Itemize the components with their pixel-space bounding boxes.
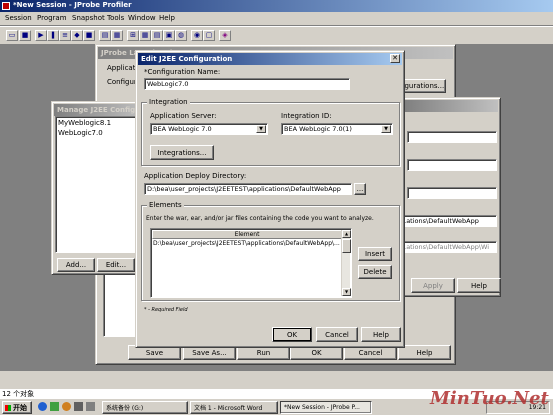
vertical-scrollbar[interactable]: ▲ ▼: [341, 230, 351, 296]
quicklaunch-app2-icon[interactable]: [86, 402, 95, 411]
side-field-3: [407, 187, 497, 199]
elements-table[interactable]: Element D:\bea\user_projects\J2EETEST\ap…: [150, 228, 352, 298]
menu-program[interactable]: Program: [37, 14, 67, 22]
quicklaunch-media-icon[interactable]: [62, 402, 71, 411]
integration-group: Integration Application Server: BEA WebL…: [141, 98, 400, 166]
browse-button[interactable]: ...: [354, 183, 366, 195]
manage-title: Manage J2EE Configurations: [57, 106, 144, 114]
integration-id-select[interactable]: BEA WebLogic 7.0(1) ▼: [281, 123, 393, 135]
snapshot-icon[interactable]: ◆: [71, 30, 83, 41]
side-help-button[interactable]: Help: [457, 278, 501, 293]
menu-tools[interactable]: Tools: [107, 14, 124, 22]
gc-icon[interactable]: ≡: [59, 30, 71, 41]
integration-id-label: Integration ID:: [281, 112, 332, 120]
open-folder-icon[interactable]: ▭: [6, 30, 18, 41]
taskbar-item-backup-label: 系统备份 (G:): [106, 405, 144, 412]
app-server-value: BEA WebLogic 7.0: [153, 125, 212, 133]
windows-logo-icon: [5, 404, 11, 411]
app-icon: [2, 2, 10, 10]
menu-session[interactable]: Session: [5, 14, 32, 22]
edit-button[interactable]: Edit...: [97, 258, 135, 272]
chevron-down-icon[interactable]: ▼: [381, 125, 391, 133]
stop-icon[interactable]: ■: [83, 30, 95, 41]
table-header: Element: [152, 230, 342, 239]
deploy-dir-input[interactable]: D:\bea\user_projects\J2EETEST\applicatio…: [144, 183, 352, 195]
taskbar-item-backup[interactable]: 系统备份 (G:): [102, 401, 188, 414]
apply-button[interactable]: Apply: [411, 278, 455, 293]
scroll-down-icon[interactable]: ▼: [342, 288, 351, 296]
side-field-1: [407, 131, 497, 143]
list-icon[interactable]: ▦: [111, 30, 123, 41]
side-path-2: ...ations\DefaultWebApp\Wi: [397, 241, 497, 253]
side-field-2: [407, 159, 497, 171]
app-server-label: Application Server:: [150, 112, 217, 120]
insert-button[interactable]: Insert: [358, 247, 392, 261]
elements-hint: Enter the war, ear, and/or jar files con…: [146, 215, 374, 222]
menu-help[interactable]: Help: [159, 14, 175, 22]
quicklaunch-app-icon[interactable]: [74, 402, 83, 411]
menu-snapshot[interactable]: Snapshot: [72, 14, 105, 22]
watermark-logo: MinTuo.Net: [430, 388, 549, 409]
table-row[interactable]: D:\bea\user_projects\J2EETEST\applicatio…: [153, 240, 341, 247]
config-name-input[interactable]: WebLogic7.0: [144, 78, 350, 90]
ok-button[interactable]: OK: [272, 327, 312, 342]
pause-icon[interactable]: ❚: [47, 30, 59, 41]
edit-dialog: Edit J2EE Configuration ✕ *Configuration…: [135, 50, 405, 348]
methods-icon[interactable]: ▤: [151, 30, 163, 41]
app-title: *New Session - JProbe Profiler: [13, 1, 132, 9]
save-icon[interactable]: ■: [19, 30, 31, 41]
side-title-bar: [405, 100, 498, 112]
scroll-thumb[interactable]: [342, 239, 351, 253]
taskbar-item-word[interactable]: 文档 1 - Microsoft Word: [190, 401, 278, 414]
cancel-button[interactable]: Cancel: [316, 327, 358, 342]
edit-title-bar: Edit J2EE Configuration ✕: [138, 53, 402, 65]
app-server-select[interactable]: BEA WebLogic 7.0 ▼: [150, 123, 268, 135]
status-bar: [0, 371, 553, 389]
app-title-bar: *New Session - JProbe Profiler: [0, 0, 553, 12]
side-config-window: ...ations\DefaultWebApp ...ations\Defaul…: [397, 97, 501, 297]
list-item[interactable]: MyWeblogic8.1: [58, 119, 111, 127]
run-icon[interactable]: ▶: [35, 30, 47, 41]
manage-window: Manage J2EE Configurations MyWeblogic8.1…: [51, 101, 147, 275]
table-icon[interactable]: ▦: [139, 30, 151, 41]
document-icon[interactable]: ▢: [203, 30, 215, 41]
menu-window[interactable]: Window: [128, 14, 156, 22]
elements-group-title: Elements: [147, 201, 184, 209]
add-button[interactable]: Add...: [57, 258, 95, 272]
list-item-selected[interactable]: WebLogic7.0: [58, 129, 103, 137]
help-button[interactable]: Help: [361, 327, 401, 342]
quicklaunch-ie-icon[interactable]: [38, 402, 47, 411]
memory-icon[interactable]: ▣: [163, 30, 175, 41]
manage-title-bar: Manage J2EE Configurations: [54, 104, 144, 116]
filter-icon[interactable]: ▤: [99, 30, 111, 41]
callgraph-icon[interactable]: ⊞: [127, 30, 139, 41]
integrations-button[interactable]: Integrations...: [150, 145, 214, 160]
start-label: 开始: [13, 403, 27, 412]
configur-label: Configur: [107, 78, 137, 86]
delete-button[interactable]: Delete: [358, 265, 392, 279]
edit-title: Edit J2EE Configuration: [141, 55, 233, 63]
edit-icon[interactable]: ◈: [219, 30, 231, 41]
required-note: * - Required Field: [144, 307, 188, 313]
scroll-up-icon[interactable]: ▲: [342, 230, 351, 238]
integration-id-value: BEA WebLogic 7.0(1): [284, 125, 352, 133]
deploy-dir-label: Application Deploy Directory:: [144, 172, 247, 180]
config-name-label: *Configuration Name:: [144, 68, 221, 76]
taskbar-item-jprobe-label: *New Session - JProbe P...: [284, 404, 360, 411]
launchpad-help-button[interactable]: Help: [398, 345, 451, 360]
manage-list[interactable]: MyWeblogic8.1 WebLogic7.0: [55, 116, 143, 253]
elements-group: Elements Enter the war, ear, and/or jar …: [141, 201, 400, 301]
chevron-down-icon[interactable]: ▼: [256, 125, 266, 133]
integration-group-title: Integration: [147, 98, 190, 106]
taskbar-item-word-label: 文档 1 - Microsoft Word: [194, 405, 263, 412]
start-button[interactable]: 开始: [2, 401, 32, 414]
quicklaunch-desktop-icon[interactable]: [50, 402, 59, 411]
menu-separator: [0, 25, 553, 27]
close-icon[interactable]: ✕: [390, 54, 400, 63]
heap-icon[interactable]: ◍: [175, 30, 187, 41]
table-header-label: Element: [234, 231, 260, 238]
side-path-1: ...ations\DefaultWebApp: [397, 215, 497, 227]
camera-icon[interactable]: ◉: [191, 30, 203, 41]
taskbar-item-jprobe[interactable]: *New Session - JProbe P...: [280, 401, 372, 414]
